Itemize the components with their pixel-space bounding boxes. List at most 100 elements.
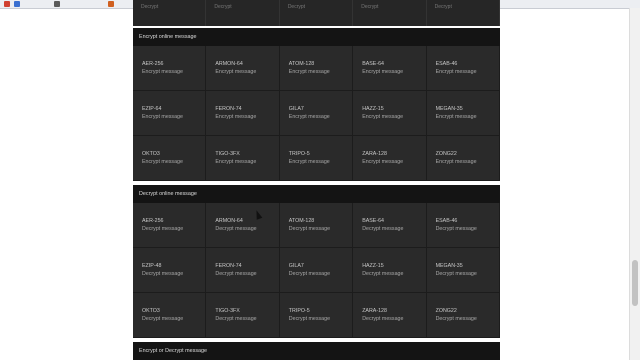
cipher-tile[interactable]: EZIP-64 Encrypt message [133, 91, 207, 136]
cipher-action-link[interactable]: Decrypt message [362, 270, 425, 278]
cipher-action-link[interactable]: Decrypt message [215, 315, 278, 323]
cipher-name[interactable]: MEGAN-35 [436, 262, 499, 270]
cipher-action-link[interactable]: Encrypt message [436, 113, 499, 121]
cipher-tile[interactable]: OKTO3 Decrypt message [133, 293, 207, 338]
cipher-tile[interactable]: GILA7 Decrypt message [279, 248, 354, 293]
cipher-name[interactable]: ZARA-128 [362, 307, 425, 315]
cipher-action-link[interactable]: Decrypt message [362, 225, 425, 233]
cipher-action-link[interactable]: Encrypt message [215, 158, 278, 166]
bookmark-icon[interactable] [14, 1, 20, 7]
cipher-action-link[interactable]: Decrypt message [142, 225, 205, 233]
cipher-name[interactable]: TIGO-3FX [215, 307, 278, 315]
cipher-name[interactable]: ARMON-64 [215, 217, 278, 225]
cipher-tile[interactable]: FERON-74 Decrypt message [206, 248, 280, 293]
cipher-name[interactable]: ATOM-128 [289, 60, 352, 68]
bookmark-icon[interactable] [108, 1, 114, 7]
cipher-action-link[interactable]: Decrypt message [289, 315, 352, 323]
cipher-tile[interactable]: MEGAN-35 Encrypt message [426, 91, 500, 136]
strip-cell[interactable]: Decrypt [280, 0, 354, 26]
cipher-tile[interactable]: ZARA-128 Decrypt message [353, 293, 427, 338]
cipher-name[interactable]: FERON-74 [215, 262, 278, 270]
bookmark-icon[interactable] [54, 1, 60, 7]
cipher-tile[interactable]: ATOM-128 Decrypt message [279, 203, 354, 248]
strip-cell[interactable]: Decrypt [427, 0, 501, 26]
cipher-action-link[interactable]: Decrypt message [215, 225, 278, 233]
cipher-tile[interactable]: GILA7 Encrypt message [279, 91, 354, 136]
strip-cell[interactable]: Decrypt [206, 0, 280, 26]
cipher-action-link[interactable]: Decrypt message [436, 315, 499, 323]
cipher-action-link[interactable]: Decrypt message [289, 270, 352, 278]
cipher-action-link[interactable]: Encrypt message [362, 158, 425, 166]
cipher-tile[interactable]: AER-256 Decrypt message [133, 203, 207, 248]
cipher-tile[interactable]: ZONG22 Encrypt message [426, 136, 500, 181]
cipher-action-link[interactable]: Decrypt message [142, 315, 205, 323]
cipher-tile[interactable]: MEGAN-35 Decrypt message [426, 248, 500, 293]
cipher-name[interactable]: GILA7 [289, 262, 352, 270]
cipher-name[interactable]: EZIP-48 [142, 262, 205, 270]
cipher-name[interactable]: ZARA-128 [362, 150, 425, 158]
cipher-action-link[interactable]: Decrypt message [289, 225, 352, 233]
cipher-action-link[interactable]: Decrypt message [436, 225, 499, 233]
cipher-name[interactable]: BASE-64 [362, 60, 425, 68]
cipher-tile[interactable]: EZIP-48 Decrypt message [133, 248, 207, 293]
cipher-action-link[interactable]: Decrypt message [142, 270, 205, 278]
cipher-tile[interactable]: BASE-64 Decrypt message [353, 203, 427, 248]
strip-cell[interactable]: Decrypt [133, 0, 207, 26]
cipher-action-link[interactable]: Encrypt message [362, 113, 425, 121]
cipher-tile[interactable]: TIGO-3FX Encrypt message [206, 136, 280, 181]
cipher-name[interactable]: ARMON-64 [215, 60, 278, 68]
cipher-name[interactable]: ESAB-46 [436, 217, 499, 225]
cipher-action-link[interactable]: Encrypt message [142, 113, 205, 121]
cipher-tile[interactable]: ZARA-128 Encrypt message [353, 136, 427, 181]
cipher-tile[interactable]: ARMON-64 Decrypt message [206, 203, 280, 248]
cipher-name[interactable]: OKTO3 [142, 307, 205, 315]
cipher-action-link[interactable]: Decrypt message [436, 270, 499, 278]
cipher-action-link[interactable]: Decrypt message [215, 270, 278, 278]
cipher-action-link[interactable]: Encrypt message [289, 158, 352, 166]
cipher-action-link[interactable]: Encrypt message [215, 68, 278, 76]
cipher-tile[interactable]: ZONG22 Decrypt message [426, 293, 500, 338]
cipher-tile[interactable]: BASE-64 Encrypt message [353, 46, 427, 91]
cipher-name[interactable]: ZONG22 [436, 150, 499, 158]
cipher-name[interactable]: HAZZ-15 [362, 105, 425, 113]
cipher-tile[interactable]: OKTO3 Encrypt message [133, 136, 207, 181]
bookmark-icon[interactable] [4, 1, 10, 7]
cipher-action-link[interactable]: Decrypt message [362, 315, 425, 323]
cipher-name[interactable]: ZONG22 [436, 307, 499, 315]
cipher-name[interactable]: ATOM-128 [289, 217, 352, 225]
cipher-action-link[interactable]: Encrypt message [436, 68, 499, 76]
scrollbar-thumb[interactable] [632, 260, 638, 306]
cipher-action-link[interactable]: Encrypt message [215, 113, 278, 121]
cipher-name[interactable]: AER-256 [142, 60, 205, 68]
cipher-name[interactable]: ESAB-46 [436, 60, 499, 68]
cipher-name[interactable]: AER-256 [142, 217, 205, 225]
cipher-action-link[interactable]: Encrypt message [362, 68, 425, 76]
cipher-action-link[interactable]: Encrypt message [436, 158, 499, 166]
cipher-tile[interactable]: HAZZ-15 Encrypt message [353, 91, 427, 136]
cipher-tile[interactable]: TRIPO-5 Decrypt message [279, 293, 354, 338]
cipher-tile[interactable]: ATOM-128 Encrypt message [279, 46, 354, 91]
page-scrollbar[interactable] [629, 8, 640, 360]
cipher-name[interactable]: OKTO3 [142, 150, 205, 158]
cipher-name[interactable]: GILA7 [289, 105, 352, 113]
cipher-name[interactable]: EZIP-64 [142, 105, 205, 113]
cipher-action-link[interactable]: Encrypt message [289, 68, 352, 76]
cipher-name[interactable]: HAZZ-15 [362, 262, 425, 270]
cipher-tile[interactable]: TIGO-3FX Decrypt message [206, 293, 280, 338]
cipher-tile[interactable]: TRIPO-5 Encrypt message [279, 136, 354, 181]
cipher-name[interactable]: MEGAN-35 [436, 105, 499, 113]
cipher-tile[interactable]: ESAB-46 Decrypt message [426, 203, 500, 248]
cipher-action-link[interactable]: Encrypt message [289, 113, 352, 121]
strip-cell[interactable]: Decrypt [353, 0, 427, 26]
cipher-action-link[interactable]: Encrypt message [142, 68, 205, 76]
cipher-name[interactable]: FERON-74 [215, 105, 278, 113]
cipher-tile[interactable]: ESAB-46 Encrypt message [426, 46, 500, 91]
cipher-tile[interactable]: AER-256 Encrypt message [133, 46, 207, 91]
cipher-tile[interactable]: HAZZ-15 Decrypt message [353, 248, 427, 293]
cipher-name[interactable]: TRIPO-5 [289, 150, 352, 158]
cipher-name[interactable]: BASE-64 [362, 217, 425, 225]
cipher-tile[interactable]: FERON-74 Encrypt message [206, 91, 280, 136]
cipher-name[interactable]: TRIPO-5 [289, 307, 352, 315]
cipher-name[interactable]: TIGO-3FX [215, 150, 278, 158]
cipher-action-link[interactable]: Encrypt message [142, 158, 205, 166]
